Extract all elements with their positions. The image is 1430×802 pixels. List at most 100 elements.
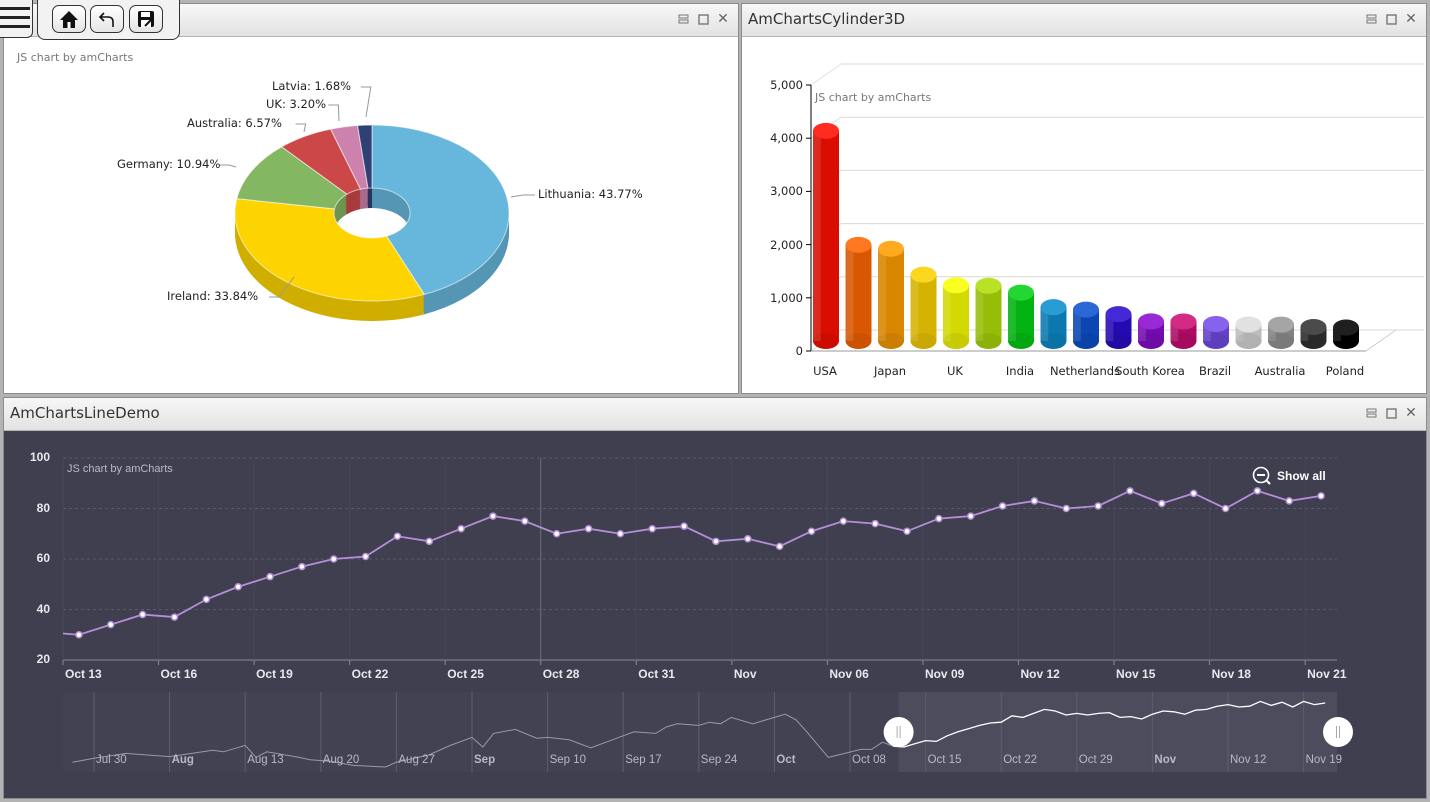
pie-chart-panel: ✕ JS chart by amCharts Lithuania: 43.77%… <box>3 3 739 394</box>
x-tick-label: UK <box>947 364 963 378</box>
x-tick-label: Oct 19 <box>256 667 293 681</box>
scrollbar-tick-label: Nov <box>1154 754 1177 766</box>
y-tick-label: 1,000 <box>770 290 803 305</box>
cylinder-top <box>1105 306 1132 323</box>
x-tick-label: Brazil <box>1198 364 1232 378</box>
cylinder-highlight <box>975 285 984 341</box>
grid-line-depth <box>810 63 842 86</box>
y-tick-label: 2,000 <box>770 237 803 252</box>
cylinder-top <box>1203 315 1229 332</box>
scrollbar-tick-label: Sep 17 <box>625 754 662 766</box>
zoom-out-icon <box>1252 466 1271 485</box>
scrollbar-tick-label: Sep 24 <box>700 754 738 766</box>
x-tick-label: Oct 22 <box>351 667 389 681</box>
x-tick-label: India <box>1005 364 1035 378</box>
y-tick-label: 40 <box>36 601 50 616</box>
panel-title: AmChartsLineDemo <box>10 404 160 422</box>
x-tick-label: Oct 31 <box>638 667 675 681</box>
pie-label: Latvia: 1.68% <box>272 79 352 93</box>
pie-leader-line <box>360 86 372 118</box>
cylinder-top <box>1138 313 1164 330</box>
cylinder-top <box>1235 316 1262 333</box>
x-tick-label: Nov 15 <box>1116 667 1156 681</box>
y-tick-label: 3,000 <box>770 184 803 199</box>
x-tick-label: Nov 09 <box>924 667 965 681</box>
x-tick-label: USA <box>813 364 837 378</box>
pie-leader-line <box>328 104 340 122</box>
x-tick-label: Netherlands <box>1049 364 1121 378</box>
scrollbar-tick-label: Aug 20 <box>322 754 360 766</box>
cylinder-top <box>878 240 904 257</box>
restore-icon[interactable] <box>1364 406 1378 420</box>
cylinder-top <box>1170 313 1197 330</box>
home-button[interactable] <box>52 5 86 33</box>
scrollbar-tick-label: Aug <box>171 754 194 766</box>
show-all-button[interactable]: Show all <box>1252 466 1326 486</box>
restore-icon[interactable] <box>1364 12 1378 26</box>
menu-button[interactable] <box>0 0 33 38</box>
cylinder-top <box>1300 319 1327 336</box>
scrollbar-tick-label: Jul 30 <box>96 754 127 766</box>
x-tick-label: Oct 25 <box>447 667 484 681</box>
x-tick-label: Oct 28 <box>542 667 580 681</box>
cylinder-top <box>1040 299 1067 316</box>
y-tick-label: 0 <box>795 344 803 358</box>
undo-icon <box>98 12 114 27</box>
cylinder-top <box>1333 319 1359 336</box>
x-tick-label: Australia <box>1254 364 1306 378</box>
cylinder-top <box>910 266 937 283</box>
pie-label: UK: 3.20% <box>266 97 327 111</box>
save-button[interactable] <box>129 5 163 33</box>
x-tick-label: Oct 13 <box>65 667 102 681</box>
restore-icon[interactable] <box>676 12 690 26</box>
y-tick-label: 20 <box>36 652 50 666</box>
hamburger-icon <box>0 7 30 28</box>
scrollbar-tick-label: Nov 19 <box>1305 754 1343 766</box>
cylinder-highlight <box>878 248 886 341</box>
y-tick-label: 100 <box>29 450 50 464</box>
scrollbar-tick-label: Aug 27 <box>398 754 435 766</box>
scrollbar-tick-label: Sep <box>474 754 496 766</box>
x-tick-label: Japan <box>873 364 907 378</box>
line-panel-titlebar[interactable]: AmChartsLineDemo ✕ <box>4 398 1426 431</box>
chart-credit: JS chart by amCharts <box>67 463 173 475</box>
pie-leader-line <box>219 164 237 168</box>
x-tick-label: Nov 18 <box>1211 667 1251 681</box>
cylinder-top <box>1268 316 1294 333</box>
cylinder-top <box>813 122 839 139</box>
chart-credit: JS chart by amCharts <box>815 91 932 104</box>
scrollbar-tick-label: Nov 12 <box>1230 754 1267 766</box>
y-tick-label: 60 <box>36 551 50 565</box>
x-tick-label: Poland <box>1325 364 1365 378</box>
pie-label: Germany: 10.94% <box>117 157 221 171</box>
cylinder-highlight <box>813 130 821 341</box>
pie-chart <box>219 86 535 321</box>
maximize-icon[interactable] <box>1384 12 1398 26</box>
pie-label: Australia: 6.57% <box>187 116 282 130</box>
cylinder-top <box>1008 284 1034 301</box>
floor-edge <box>1365 329 1397 352</box>
maximize-icon[interactable] <box>696 12 710 26</box>
pie-leader-line <box>510 194 535 198</box>
x-tick-label: Nov 12 <box>1020 667 1060 681</box>
scrollbar-tick-label: Oct 08 <box>852 754 886 766</box>
scrollbar-tick-label: Aug 13 <box>247 754 284 766</box>
toolbar <box>37 0 180 40</box>
save-icon <box>138 11 154 27</box>
cylinder-top <box>845 236 872 253</box>
close-icon[interactable]: ✕ <box>716 11 730 27</box>
cylinder-panel-titlebar[interactable]: AmChartsCylinder3D ✕ <box>742 4 1426 37</box>
cylinder-highlight <box>910 274 919 341</box>
close-icon[interactable]: ✕ <box>1404 405 1418 421</box>
cylinder-highlight <box>845 244 854 341</box>
scrollbar-tick-label: Oct 15 <box>927 754 962 766</box>
maximize-icon[interactable] <box>1384 406 1398 420</box>
scrollbar-tick-label: Sep 10 <box>549 754 587 766</box>
x-tick-label: South Korea <box>1115 364 1185 378</box>
scrollbar-tick-label: Oct 22 <box>1003 754 1038 766</box>
undo-button[interactable] <box>90 5 124 33</box>
scrollbar-tick-label: Oct <box>776 754 796 766</box>
close-icon[interactable]: ✕ <box>1404 11 1418 27</box>
y-tick-label: 80 <box>36 500 50 515</box>
pie-label: Ireland: 33.84% <box>167 289 259 303</box>
